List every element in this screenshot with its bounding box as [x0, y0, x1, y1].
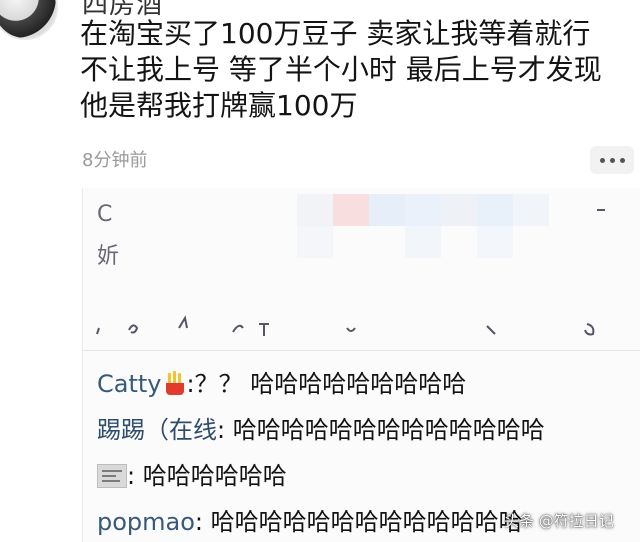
embedded-image-card[interactable]: C 妡 Catty:？？ 哈哈哈哈哈哈哈哈哈 踢踢（在线: 哈哈哈哈哈哈哈哈哈哈…	[82, 188, 640, 542]
fries-icon	[164, 371, 186, 395]
more-dots-icon	[599, 157, 605, 163]
more-dot	[609, 157, 615, 163]
blurred-strokes	[96, 209, 605, 336]
fries-box	[165, 383, 184, 395]
more-options-button[interactable]	[590, 146, 634, 174]
chat-text: : 哈哈哈哈哈哈哈哈哈哈哈哈哈	[194, 508, 523, 536]
chat-message: Catty :？？ 哈哈哈哈哈哈哈哈哈	[97, 368, 466, 400]
newspaper-icon[interactable]	[97, 464, 127, 488]
chat-text: :？？ 哈哈哈哈哈哈哈哈哈	[186, 370, 467, 398]
newspaper-line	[102, 480, 120, 482]
chat-sender[interactable]: popmao	[97, 508, 195, 536]
user-avatar[interactable]	[0, 0, 58, 40]
more-dot	[619, 157, 625, 163]
post-time: 8分钟前	[82, 150, 148, 171]
chat-text: : 哈哈哈哈哈哈	[127, 462, 287, 490]
chat-message: 踢踢（在线: 哈哈哈哈哈哈哈哈哈哈哈哈哈	[97, 414, 545, 446]
post-screenshot: 四房酒 在淘宝买了100万豆子 卖家让我等着就行 不让我上号 等了半个小时 最后…	[0, 0, 640, 542]
chat-text: : 哈哈哈哈哈哈哈哈哈哈哈哈哈	[217, 416, 545, 444]
blurred-mosaic: C 妡	[83, 188, 640, 338]
post-text: 在淘宝买了100万豆子 卖家让我等着就行 不让我上号 等了半个小时 最后上号才发…	[80, 17, 602, 122]
watermark: 头条 @符拉日记	[504, 512, 614, 530]
chat-sender[interactable]: 踢踢（在线	[97, 416, 217, 444]
newspaper-line	[102, 470, 122, 472]
newspaper-line	[102, 475, 116, 477]
chat-message: : 哈哈哈哈哈哈	[97, 460, 287, 492]
card-divider	[83, 350, 640, 351]
chat-sender[interactable]: Catty	[97, 370, 162, 398]
chat-message: popmao: 哈哈哈哈哈哈哈哈哈哈哈哈哈	[97, 506, 523, 538]
